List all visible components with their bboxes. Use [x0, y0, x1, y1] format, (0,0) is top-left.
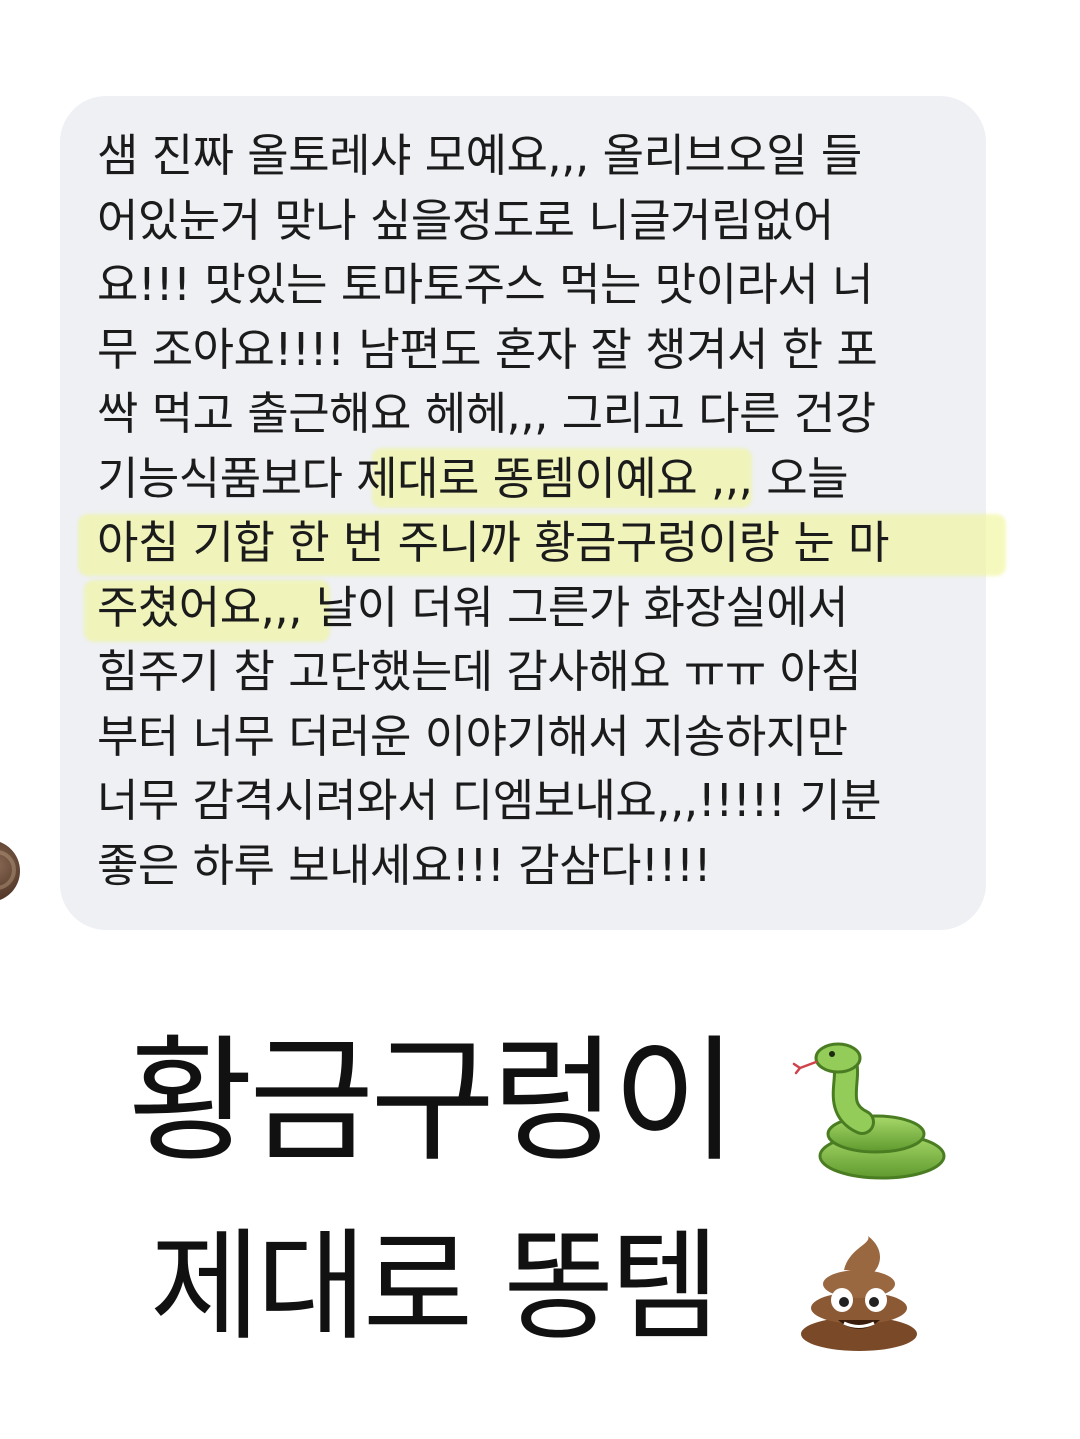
- sender-avatar[interactable]: [0, 840, 20, 902]
- message-line: 샘 진짜 올토레샤 모예요,,, 올리브오일 들: [97, 129, 862, 182]
- message-line: 힘주기 참 고단했는데 감사해요 ㅠㅠ 아침: [97, 645, 862, 698]
- message-line: 요!!! 맛있는 토마토주스 먹는 맛이라서 너: [97, 258, 874, 311]
- message-line: 기능식품보다 제대로 똥템이예요 ,,, 오늘: [97, 451, 849, 505]
- message-line: 주쳤어요,,, 날이 더워 그른가 화장실에서: [97, 580, 849, 634]
- message-line: 부터 너무 더러운 이야기해서 지송하지만: [97, 709, 848, 763]
- poop-icon: [801, 1236, 917, 1351]
- message-line: 무 조아요!!!! 남편도 혼자 잘 챙겨서 한 포: [97, 322, 878, 376]
- caption-subtitle: 제대로 똥템: [150, 1218, 720, 1357]
- snake-icon: [792, 1042, 946, 1180]
- message-line: 너무 감격시려와서 디엠보내요,,,!!!!! 기분: [97, 774, 882, 827]
- message-line: 아침 기합 한 번 주니까 황금구렁이랑 눈 마: [97, 516, 889, 569]
- message-text: 샘 진짜 올토레샤 모예요,,, 올리브오일 들 어있눈거 맞나 싶을정도로 니…: [97, 124, 977, 898]
- message-line: 좋은 하루 보내세요!!! 감삼다!!!!: [97, 838, 712, 892]
- message-line: 어있눈거 맞나 싶을정도로 니글거림없어: [97, 193, 834, 247]
- message-line: 싹 먹고 출근해요 헤헤,,, 그리고 다른 건강: [97, 387, 876, 440]
